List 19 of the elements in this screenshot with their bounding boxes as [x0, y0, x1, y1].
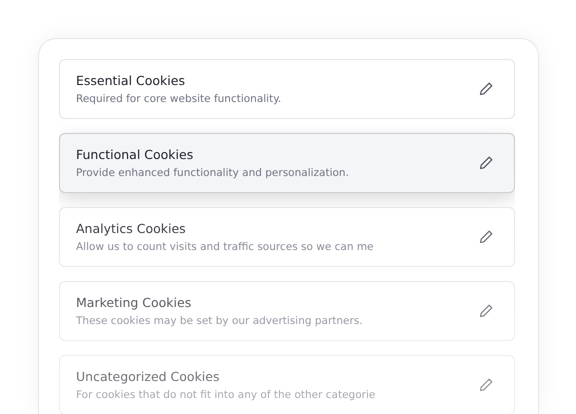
cookie-category-card[interactable]: Functional Cookies Provide enhanced functionality and personalization.	[59, 133, 515, 193]
cookie-category-card[interactable]: Analytics Cookies Allow us to count visits and traffic sources so we can me	[59, 207, 515, 267]
cookie-category-card[interactable]: Essential Cookies Required for core website functionality.	[59, 59, 515, 119]
category-title: Marketing Cookies	[76, 295, 192, 310]
pencil-icon[interactable]	[478, 229, 494, 245]
category-description: These cookies may be set by our advertising partners.	[76, 315, 363, 327]
category-title: Uncategorized Cookies	[76, 369, 220, 384]
pencil-icon[interactable]	[478, 155, 494, 171]
category-description: For cookies that do not fit into any of the other categorie	[76, 389, 376, 401]
category-description: Provide enhanced functionality and personalization.	[76, 167, 349, 179]
category-description: Allow us to count visits and traffic sources so we can me	[76, 241, 374, 253]
pencil-icon[interactable]	[478, 81, 494, 97]
category-title: Functional Cookies	[76, 147, 194, 162]
category-title: Essential Cookies	[76, 73, 185, 88]
cookie-category-card[interactable]: Marketing Cookies These cookies may be set by our advertising partners.	[59, 281, 515, 341]
category-title: Analytics Cookies	[76, 221, 186, 236]
cookie-category-card[interactable]: Uncategorized Cookies For cookies that do not fit into any of the other categorie	[59, 355, 515, 414]
pencil-icon[interactable]	[478, 303, 494, 319]
category-description: Required for core website functionality.	[76, 93, 282, 105]
